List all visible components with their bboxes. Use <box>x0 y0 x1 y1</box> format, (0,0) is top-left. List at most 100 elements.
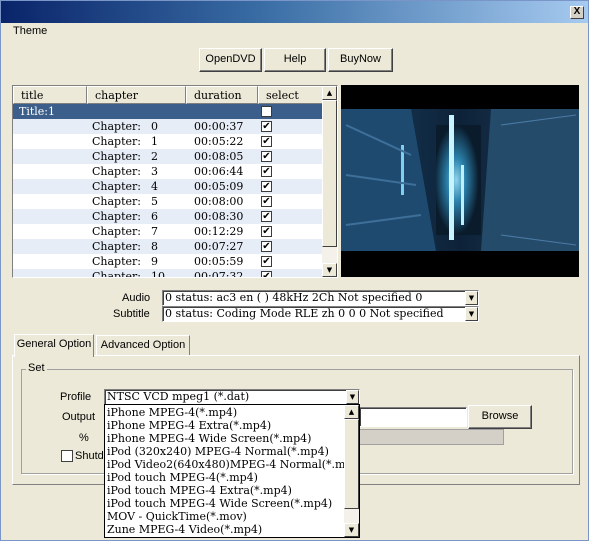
title-bar[interactable]: X <box>1 1 588 23</box>
video-frame-image <box>341 85 579 277</box>
profile-value: NTSC VCD mpeg1 (*.dat) <box>107 390 250 403</box>
select-checkbox[interactable]: ✔ <box>261 196 272 207</box>
table-scrollbar[interactable]: ▲ ▼ <box>322 86 337 277</box>
profile-option[interactable]: iPod touch MPEG-4(*.mp4) <box>107 471 258 484</box>
chapter-cell: Chapter: <box>92 240 141 253</box>
column-title[interactable]: title <box>13 86 87 104</box>
main-window: X Theme OpenDVD Help BuyNow title chapte… <box>0 0 589 541</box>
audio-combo[interactable]: 0 status: ac3 en ( ) 48kHz 2Ch Not speci… <box>162 290 479 306</box>
select-checkbox[interactable]: ✔ <box>261 256 272 267</box>
duration-cell: 00:08:00 <box>194 195 244 208</box>
shutdown-label: Shutd <box>75 450 104 462</box>
tab-general-option[interactable]: General Option <box>14 334 94 357</box>
chapter-cell: Chapter: <box>92 150 141 163</box>
opendvd-button[interactable]: OpenDVD <box>199 48 262 72</box>
scroll-up-arrow-icon[interactable]: ▲ <box>344 405 359 419</box>
chapter-number-cell: 6 <box>151 210 158 223</box>
table-row-title[interactable]: Title:1 ✔ <box>13 104 323 119</box>
close-button[interactable]: X <box>570 6 584 19</box>
chapter-cell: Chapter: <box>92 195 141 208</box>
table-row[interactable]: Chapter: 6 00:08:30 ✔ <box>13 209 323 224</box>
select-checkbox[interactable]: ✔ <box>261 136 272 147</box>
profile-option[interactable]: iPhone MPEG-4(*.mp4) <box>107 406 237 419</box>
duration-cell: 00:06:44 <box>194 165 244 178</box>
title-table[interactable]: title chapter duration select Title:1 ✔ Ch… <box>12 85 338 278</box>
table-row[interactable]: Chapter: 10 00:07:32 ✔ <box>13 269 323 278</box>
profile-option[interactable]: iPod touch MPEG-4 Extra(*.mp4) <box>107 484 292 497</box>
profile-option[interactable]: iPod (320x240) MPEG-4 Normal(*.mp4) <box>107 445 329 458</box>
chapter-cell: Chapter: <box>92 210 141 223</box>
select-checkbox[interactable]: ✔ <box>261 181 272 192</box>
profile-option[interactable]: iPhone MPEG-4 Wide Screen(*.mp4) <box>107 432 311 445</box>
buynow-button[interactable]: BuyNow <box>328 48 393 72</box>
profile-option[interactable]: MOV - QuickTime(*.mov) <box>107 510 247 523</box>
title-cell: Title:1 <box>19 105 56 118</box>
chapter-cell: Chapter: <box>92 270 141 278</box>
table-row[interactable]: Chapter: 5 00:08:00 ✔ <box>13 194 323 209</box>
table-row[interactable]: Chapter: 3 00:06:44 ✔ <box>13 164 323 179</box>
profile-dropdown-list[interactable]: iPhone MPEG-4(*.mp4) iPhone MPEG-4 Extra(… <box>104 404 360 538</box>
scroll-down-arrow-icon[interactable]: ▼ <box>322 263 337 277</box>
chevron-down-icon[interactable]: ▼ <box>465 291 478 305</box>
select-checkbox[interactable]: ✔ <box>261 241 272 252</box>
table-row[interactable]: Chapter: 8 00:07:27 ✔ <box>13 239 323 254</box>
scroll-down-arrow-icon[interactable]: ▼ <box>344 523 359 537</box>
table-row[interactable]: Chapter: 9 00:05:59 ✔ <box>13 254 323 269</box>
output-path-input[interactable] <box>359 407 467 427</box>
percent-label: % <box>79 432 89 444</box>
dropdown-scrollbar[interactable]: ▲ ▼ <box>344 405 359 537</box>
scroll-thumb[interactable] <box>322 100 337 247</box>
duration-cell: 00:05:22 <box>194 135 244 148</box>
scroll-up-arrow-icon[interactable]: ▲ <box>322 86 337 100</box>
chapter-cell: Chapter: <box>92 225 141 238</box>
chevron-down-icon[interactable]: ▼ <box>346 390 359 404</box>
tab-advanced-option[interactable]: Advanced Option <box>96 335 190 356</box>
chapter-number-cell: 5 <box>151 195 158 208</box>
table-row[interactable]: Chapter: 1 00:05:22 ✔ <box>13 134 323 149</box>
profile-option[interactable]: iPhone MPEG-4 Extra(*.mp4) <box>107 419 271 432</box>
duration-cell: 00:05:09 <box>194 180 244 193</box>
subtitle-combo[interactable]: 0 status: Coding Mode RLE zh 0 0 0 Not s… <box>162 306 479 322</box>
audio-label: Audio <box>122 292 151 304</box>
select-checkbox[interactable]: ✔ <box>261 226 272 237</box>
select-checkbox[interactable]: ✔ <box>261 121 272 132</box>
select-checkbox[interactable]: ✔ <box>261 211 272 222</box>
table-row[interactable]: Chapter: 0 00:00:37 ✔ <box>13 119 323 134</box>
chapter-cell: Chapter: <box>92 255 141 268</box>
profile-option[interactable]: iPod touch MPEG-4 Wide Screen(*.mp4) <box>107 497 332 510</box>
menu-theme[interactable]: Theme <box>13 25 47 37</box>
duration-cell: 00:07:32 <box>194 270 244 278</box>
chapter-number-cell: 7 <box>151 225 158 238</box>
chapter-number-cell: 9 <box>151 255 158 268</box>
select-checkbox[interactable]: ✔ <box>261 106 272 117</box>
profile-option[interactable]: iPod Video2(640x480)MPEG-4 Normal(*.mp4) <box>107 458 359 471</box>
table-header: title chapter duration select <box>13 86 323 104</box>
output-label: Output <box>62 411 96 423</box>
chevron-down-icon[interactable]: ▼ <box>465 307 478 321</box>
chapter-cell: Chapter: <box>92 180 141 193</box>
table-row[interactable]: Chapter: 2 00:08:05 ✔ <box>13 149 323 164</box>
table-row[interactable]: Chapter: 4 00:05:09 ✔ <box>13 179 323 194</box>
duration-cell: 00:08:30 <box>194 210 244 223</box>
column-chapter[interactable]: chapter <box>87 86 186 104</box>
duration-cell: 00:05:59 <box>194 255 244 268</box>
chapter-number-cell: 4 <box>151 180 158 193</box>
scroll-thumb[interactable] <box>344 419 359 509</box>
chapter-cell: Chapter: <box>92 135 141 148</box>
table-row[interactable]: Chapter: 7 00:12:29 ✔ <box>13 224 323 239</box>
select-checkbox[interactable]: ✔ <box>261 166 272 177</box>
profile-label: Profile <box>60 391 92 403</box>
profile-option[interactable]: Zune MPEG-4 Video(*.mp4) <box>107 523 262 536</box>
browse-button[interactable]: Browse <box>468 405 532 429</box>
shutdown-checkbox[interactable] <box>61 450 73 462</box>
help-button[interactable]: Help <box>264 48 326 72</box>
chapter-number-cell: 2 <box>151 150 158 163</box>
chapter-number-cell: 8 <box>151 240 158 253</box>
profile-combo[interactable]: NTSC VCD mpeg1 (*.dat) ▼ <box>104 389 360 405</box>
column-select[interactable]: select <box>258 86 323 104</box>
select-checkbox[interactable]: ✔ <box>261 271 272 277</box>
select-checkbox[interactable]: ✔ <box>261 151 272 162</box>
column-duration[interactable]: duration <box>186 86 258 104</box>
chapter-number-cell: 10 <box>151 270 165 278</box>
duration-cell: 00:00:37 <box>194 120 244 133</box>
